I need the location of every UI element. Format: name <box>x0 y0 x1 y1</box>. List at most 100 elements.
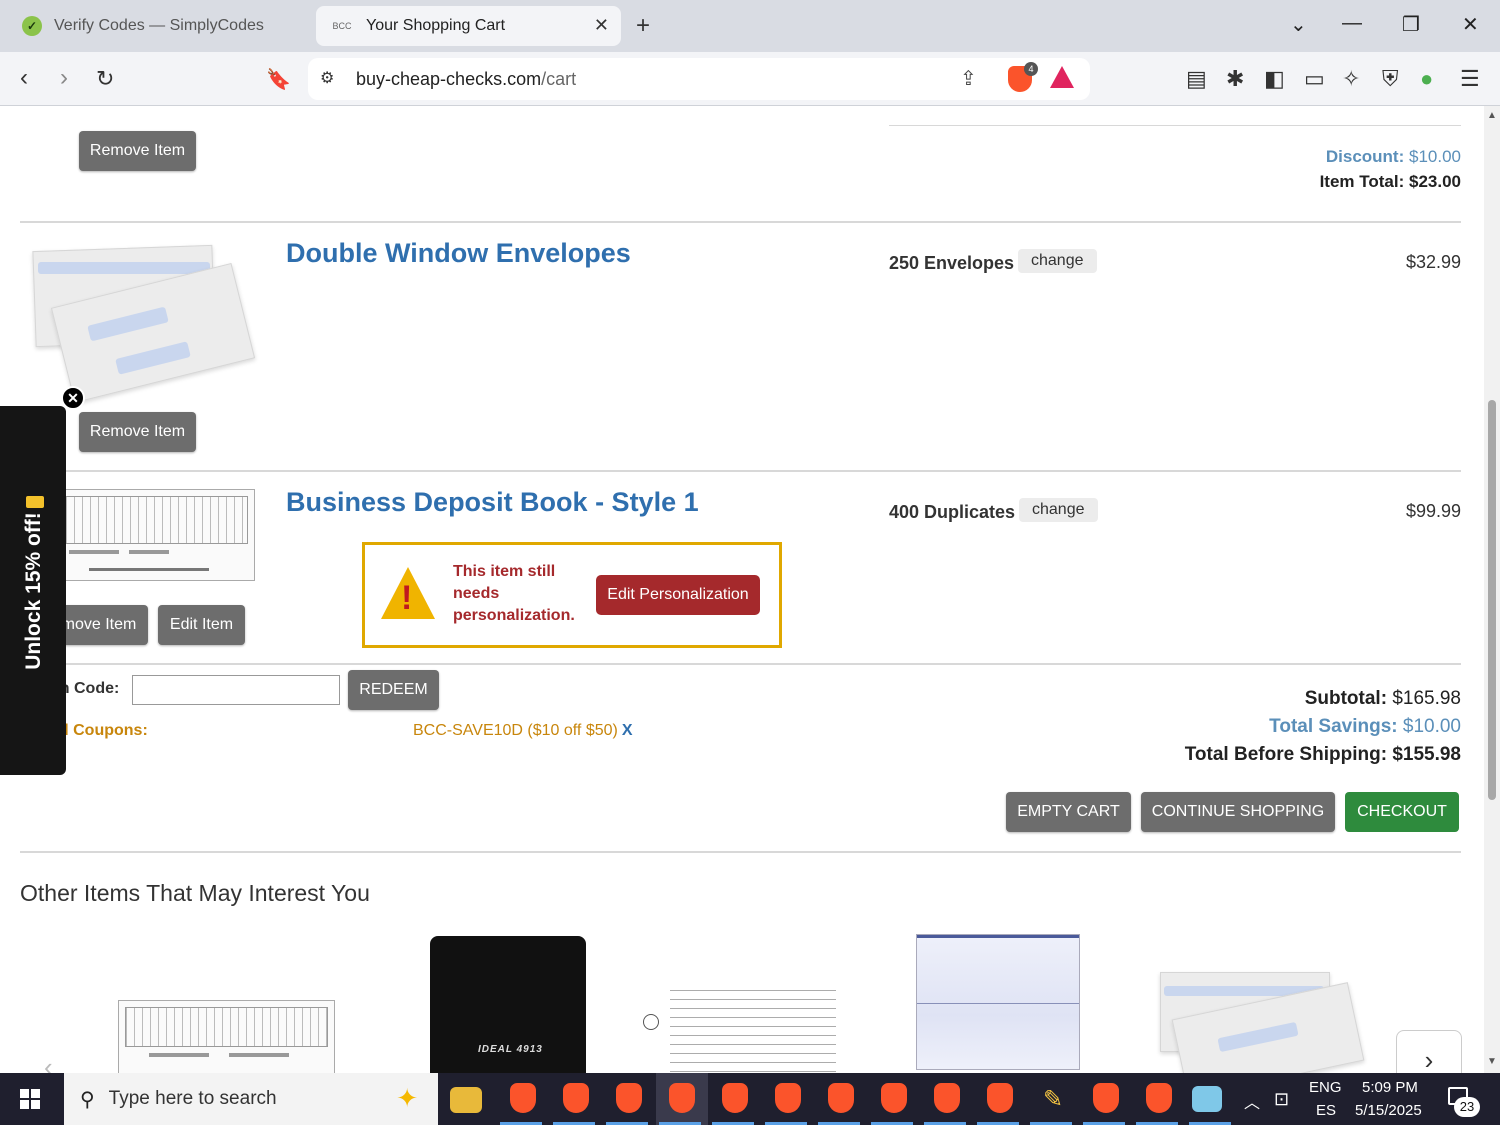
search-icon: ⚲ <box>80 1088 95 1111</box>
leo-ai-icon[interactable]: ✧ <box>1342 66 1360 92</box>
brave-window-icon[interactable] <box>881 1083 907 1113</box>
simplycodes-extension-icon[interactable]: ● <box>1420 66 1433 92</box>
brave-window-icon[interactable] <box>563 1083 589 1113</box>
app-icon[interactable]: ✎ <box>1036 1083 1070 1115</box>
minimize-icon[interactable]: — <box>1342 12 1362 35</box>
brave-window-icon[interactable] <box>1093 1083 1119 1113</box>
coupon-code-input[interactable] <box>132 675 340 705</box>
window-close-icon[interactable]: ✕ <box>1462 12 1479 37</box>
brave-window-icon[interactable] <box>934 1083 960 1113</box>
reload-icon[interactable]: ↻ <box>96 66 114 92</box>
recommended-check-image[interactable] <box>916 934 1080 1070</box>
browser-tab-bar: ✓ Verify Codes — SimplyCodes BCC Your Sh… <box>0 0 1500 52</box>
tab-title: Your Shopping Cart <box>366 17 506 34</box>
divider <box>20 851 1461 853</box>
page-viewport: Remove Item Discount: $10.00 Item Total:… <box>0 106 1484 1073</box>
divider <box>889 125 1461 126</box>
copilot-sparkle-icon: ✦ <box>396 1083 418 1113</box>
file-explorer-icon[interactable] <box>450 1087 482 1113</box>
clock-time[interactable]: 5:09 PM <box>1362 1079 1418 1096</box>
tab-shopping-cart[interactable]: BCC Your Shopping Cart ✕ <box>316 6 621 46</box>
recommended-form-radio <box>643 1014 659 1030</box>
url-text: buy-cheap-checks.com/cart <box>356 68 577 89</box>
envelope-product-image[interactable] <box>30 244 256 404</box>
clock-date[interactable]: 5/15/2025 <box>1355 1102 1422 1119</box>
change-quantity-button[interactable]: change <box>1019 498 1098 522</box>
recommended-envelope-image[interactable] <box>1158 972 1365 1073</box>
deposit-book-product-image[interactable] <box>58 489 255 581</box>
puzzle-icon[interactable]: ✱ <box>1226 66 1244 92</box>
wallet-icon[interactable]: ▭ <box>1304 66 1325 92</box>
scroll-up-icon[interactable]: ▲ <box>1487 110 1497 121</box>
continue-shopping-button[interactable]: CONTINUE SHOPPING <box>1141 792 1335 832</box>
promo-close-icon[interactable]: ✕ <box>61 386 85 410</box>
brave-window-icon[interactable] <box>669 1083 695 1113</box>
brave-rewards-icon[interactable] <box>1050 66 1074 88</box>
edit-item-button[interactable]: Edit Item <box>158 605 245 645</box>
address-bar[interactable]: ⚙ buy-cheap-checks.com/cart ⇪ 4 <box>308 58 1090 100</box>
remove-item-button[interactable]: Remove Item <box>79 131 196 171</box>
carousel-next-button[interactable]: › <box>1396 1030 1462 1073</box>
subtotal: Subtotal: $165.98 <box>1304 688 1461 709</box>
site-settings-icon[interactable]: ⚙ <box>320 68 334 88</box>
brave-window-icon[interactable] <box>616 1083 642 1113</box>
share-icon[interactable]: ⇪ <box>960 66 977 91</box>
product-price: $99.99 <box>1405 501 1461 521</box>
divider <box>20 663 1461 665</box>
tab-simplycodes[interactable]: ✓ Verify Codes — SimplyCodes <box>14 6 304 46</box>
new-tab-icon[interactable]: + <box>636 12 650 40</box>
tab-list-chevron-icon[interactable]: ⌄ <box>1290 12 1307 37</box>
product-quantity: 250 Envelopes <box>889 253 1015 273</box>
taskbar-search[interactable]: ⚲ Type here to search ✦ <box>64 1073 438 1125</box>
simplycodes-icon: ✓ <box>22 16 42 36</box>
page-scrollbar[interactable]: ▲ ▼ <box>1484 106 1500 1073</box>
carousel-prev-icon[interactable]: ‹ <box>44 1052 53 1073</box>
sidebar-icon[interactable]: ◧ <box>1264 66 1285 92</box>
warning-text: This item still needs personalization. <box>453 563 575 624</box>
brave-window-icon[interactable] <box>1146 1083 1172 1113</box>
notepad-icon[interactable] <box>1192 1086 1222 1112</box>
back-icon[interactable]: ‹ <box>20 64 28 92</box>
edit-personalization-button[interactable]: Edit Personalization <box>596 575 760 615</box>
redeem-button[interactable]: REDEEM <box>348 670 439 710</box>
remove-coupon-button[interactable]: X <box>622 722 633 739</box>
windows-start-icon[interactable] <box>20 1089 40 1109</box>
recommended-deposit-slip-image[interactable] <box>670 990 836 1073</box>
brave-window-icon[interactable] <box>828 1083 854 1113</box>
restore-icon[interactable]: ❐ <box>1402 12 1420 37</box>
total-savings: Total Savings: $10.00 <box>1269 716 1461 737</box>
network-icon[interactable]: ⊡ <box>1274 1089 1289 1110</box>
brave-window-icon[interactable] <box>775 1083 801 1113</box>
brave-window-icon[interactable] <box>722 1083 748 1113</box>
menu-icon[interactable]: ☰ <box>1460 66 1480 92</box>
close-icon[interactable]: ✕ <box>594 15 609 36</box>
promo-text: Unlock 15% off! <box>22 512 45 670</box>
extension-icon[interactable]: ▤ <box>1186 66 1207 92</box>
divider <box>20 221 1461 223</box>
bookmark-icon[interactable]: 🔖 <box>266 67 291 92</box>
discount-promo-flyout[interactable]: Unlock 15% off! <box>0 406 66 775</box>
keyboard-layout[interactable]: ES <box>1316 1102 1336 1119</box>
notification-count: 23 <box>1454 1097 1480 1117</box>
scroll-thumb[interactable] <box>1488 400 1496 800</box>
brave-window-icon[interactable] <box>510 1083 536 1113</box>
applied-coupon-code: BCC-SAVE10D ($10 off $50) X <box>413 722 633 739</box>
change-quantity-button[interactable]: change <box>1018 249 1097 273</box>
shields-count-badge: 4 <box>1024 62 1038 76</box>
product-title[interactable]: Business Deposit Book - Style 1 <box>286 487 699 518</box>
tab-title: Verify Codes — SimplyCodes <box>54 17 264 34</box>
windows-taskbar: ⚲ Type here to search ✦ ✎ ︿ ⊡ ENG ES 5:0… <box>0 1073 1500 1125</box>
empty-cart-button[interactable]: EMPTY CART <box>1006 792 1131 832</box>
product-price: $32.99 <box>1405 252 1461 272</box>
brave-window-icon[interactable] <box>987 1083 1013 1113</box>
scroll-down-icon[interactable]: ▼ <box>1487 1056 1497 1067</box>
remove-item-button[interactable]: Remove Item <box>79 412 196 452</box>
recommended-deposit-book-image[interactable] <box>118 1000 335 1073</box>
language-indicator[interactable]: ENG <box>1309 1079 1342 1096</box>
product-title[interactable]: Double Window Envelopes <box>286 238 631 269</box>
vpn-icon[interactable]: ⛨ <box>1382 66 1399 92</box>
checkout-button[interactable]: CHECKOUT <box>1345 792 1459 832</box>
item-discount: Discount: $10.00 <box>1325 147 1461 166</box>
forward-icon[interactable]: › <box>60 64 68 92</box>
chevron-up-icon[interactable]: ︿ <box>1244 1089 1260 1113</box>
